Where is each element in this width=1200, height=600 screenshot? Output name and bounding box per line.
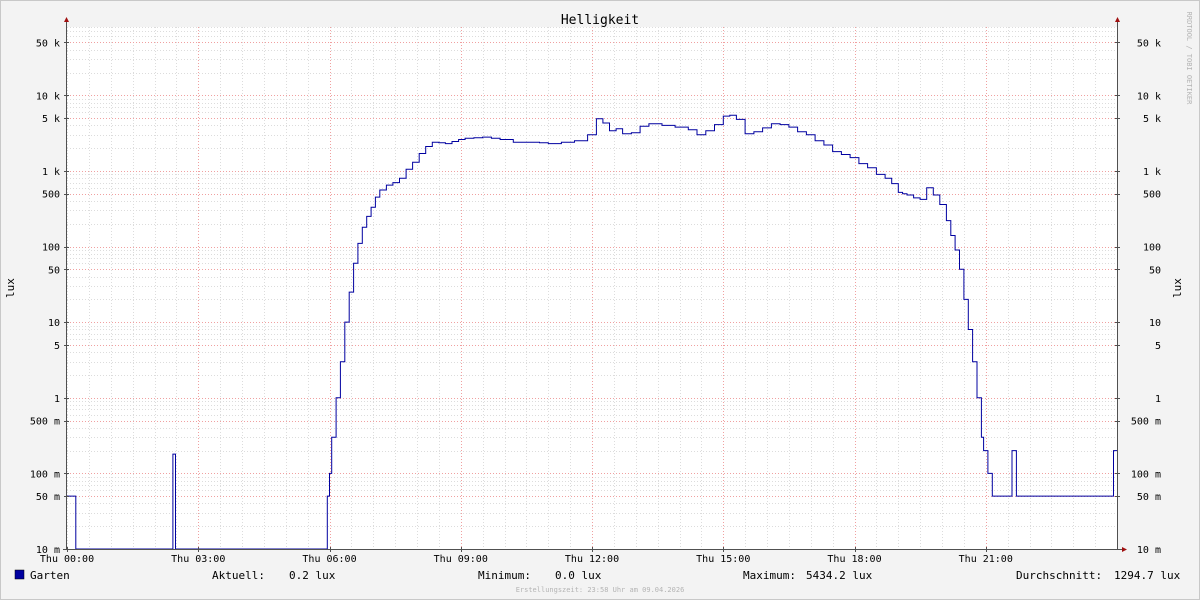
y-axis-label-left: lux <box>4 278 17 298</box>
y-tick-label-right: 100 <box>1143 243 1161 254</box>
y-tick-label-left: 10 <box>48 318 60 329</box>
y-tick-label-right: 10 <box>1149 318 1161 329</box>
y-tick-label-right: 50 <box>1149 265 1161 276</box>
y-tick-label-left: 50 m <box>36 492 60 503</box>
legend-swatch <box>14 569 25 580</box>
y-tick-label-left: 50 k <box>36 38 60 49</box>
stat-minimum-value: 0.0 lux <box>555 569 602 582</box>
y-tick-label-left: 50 <box>48 265 60 276</box>
x-tick-label: Thu 00:00 <box>40 554 94 565</box>
y-tick-label-left: 5 k <box>42 114 60 125</box>
stat-maximum-label: Maximum: <box>743 569 796 582</box>
chart-svg: Helligkeit RRDTOOL / TOBI OETIKER 10 m50… <box>4 12 1193 594</box>
stat-durchschnitt-label: Durchschnitt: <box>1016 569 1102 582</box>
y-tick-label-left: 100 m <box>30 469 60 480</box>
y-tick-label-right: 50 m <box>1137 492 1161 503</box>
y-tick-label-left: 1 k <box>42 167 60 178</box>
y-tick-label-left: 500 m <box>30 417 60 428</box>
x-tick-label: Thu 21:00 <box>959 554 1013 565</box>
legend-series-name: Garten <box>30 569 70 582</box>
watermark: RRDTOOL / TOBI OETIKER <box>1185 12 1193 106</box>
stat-aktuell-label: Aktuell: <box>212 569 265 582</box>
y-tick-label-left: 100 <box>42 243 60 254</box>
x-tick-label: Thu 18:00 <box>827 554 881 565</box>
x-tick-label: Thu 06:00 <box>302 554 356 565</box>
y-tick-label-right: 1 <box>1155 394 1161 405</box>
y-tick-label-right: 5 <box>1155 341 1161 352</box>
y-tick-label-right: 50 k <box>1137 38 1161 49</box>
footer-timestamp: Erstellungszeit: 23:58 Uhr am 09.04.2026 <box>516 586 685 594</box>
y-tick-label-left: 500 <box>42 190 60 201</box>
x-tick-label: Thu 15:00 <box>696 554 750 565</box>
x-tick-label: Thu 03:00 <box>171 554 225 565</box>
y-axis-arrow-right <box>1115 17 1120 22</box>
y-axis-left: 10 m50 m100 m500 m1510501005001 k5 k10 k… <box>30 38 60 556</box>
y-tick-label-right: 1 k <box>1143 167 1161 178</box>
y-tick-label-right: 500 <box>1143 190 1161 201</box>
stat-durchschnitt-value: 1294.7 lux <box>1114 569 1181 582</box>
y-tick-label-right: 10 m <box>1137 545 1161 556</box>
y-tick-label-right: 100 m <box>1131 469 1161 480</box>
y-axis-right: 10 m 50 m 100 m 500 m 1 5 10 50 100 500 1 k 5 k 10 k… <box>1131 38 1161 556</box>
x-axis: Thu 00:00 Thu 03:00 Thu 06:00 Thu 09:00 Thu … <box>40 554 1013 565</box>
stat-aktuell-value: 0.2 lux <box>289 569 336 582</box>
stat-maximum-value: 5434.2 lux <box>806 569 873 582</box>
y-axis-arrow-left <box>64 17 69 22</box>
y-tick-label-left: 5 <box>54 341 60 352</box>
y-axis-label-right: lux <box>1171 278 1184 298</box>
y-tick-label-left: 10 k <box>36 91 60 102</box>
x-tick-label: Thu 12:00 <box>565 554 619 565</box>
x-axis-arrow <box>1122 547 1127 552</box>
y-tick-label-right: 500 m <box>1131 417 1161 428</box>
y-tick-label-right: 10 k <box>1137 91 1161 102</box>
x-tick-label: Thu 09:00 <box>434 554 488 565</box>
stat-minimum-label: Minimum: <box>478 569 531 582</box>
y-tick-label-left: 1 <box>54 394 60 405</box>
chart-title: Helligkeit <box>561 13 639 28</box>
y-tick-label-right: 5 k <box>1143 114 1161 125</box>
